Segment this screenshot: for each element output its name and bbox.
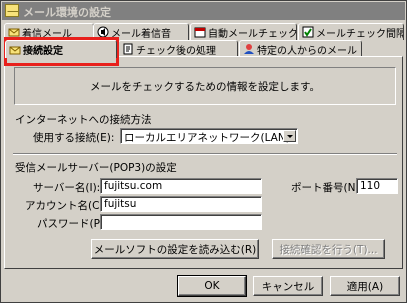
mail-icon (5, 4, 19, 17)
tab-label: 接続設定 (23, 46, 63, 57)
sound-icon (97, 26, 109, 38)
connection-select[interactable]: ローカルエリアネットワーク(LAN) (120, 128, 298, 144)
password-field[interactable] (100, 214, 262, 230)
tab-label: 自動メールチェック (208, 28, 297, 40)
tab-after-check[interactable]: チェック後の処理 (118, 40, 238, 57)
checkmark-icon (302, 26, 314, 38)
import-settings-button[interactable]: メールソフトの設定を読み込む(R) (91, 239, 259, 259)
internet-group-label: インターネットへの接続方法 (15, 114, 152, 126)
window-title: メール環境の設定 (23, 6, 111, 19)
tab-specific-sender[interactable]: 特定の人からのメール (239, 40, 362, 57)
connection-label: 使用する接続(E): (33, 132, 115, 144)
account-label: アカウント名(C): (25, 200, 108, 212)
tab-label: メール着信音 (111, 28, 171, 40)
cancel-button[interactable]: キャンセル (253, 276, 323, 296)
info-message: メールをチェックするための情報を設定します。 (14, 67, 396, 105)
port-field[interactable]: 110 (356, 178, 398, 194)
tab-check-interval[interactable]: メールチェック間隔 (298, 23, 404, 40)
password-label: パスワード(P): (37, 218, 108, 230)
tab-label: 着信メール (22, 28, 72, 40)
person-icon (244, 44, 254, 54)
calendar-icon (194, 27, 206, 38)
tab-label: チェック後の処理 (136, 45, 216, 57)
chevron-down-icon[interactable] (283, 130, 296, 142)
tab-label: 特定の人からのメール (257, 45, 357, 57)
apply-button[interactable]: 適用(A) (330, 276, 400, 296)
tab-auto-check[interactable]: 自動メールチェック (190, 23, 297, 40)
envelope-icon (8, 28, 20, 37)
test-connection-button[interactable]: 接続確認を行う(T)... (272, 239, 385, 259)
tab-panel: メールをチェックするための情報を設定します。 インターネットへの接続方法 使用す… (4, 56, 403, 269)
tab-label: メールチェック間隔 (316, 28, 404, 40)
tab-mail-sound[interactable]: メール着信音 (93, 23, 189, 40)
envelope-icon (9, 46, 21, 54)
settings-dialog: メール環境の設定 着信メール メール着信音 自動メールチェック メールチェック間… (0, 0, 407, 303)
document-icon (123, 43, 133, 55)
divider (13, 153, 397, 155)
connection-value: ローカルエリアネットワーク(LAN) (124, 132, 290, 144)
port-label: ポート番号(N): (291, 182, 364, 194)
tab-connection-settings[interactable]: 接続設定 (5, 40, 117, 58)
account-field[interactable]: fujitsu (100, 196, 262, 212)
server-label: サーバー名(I): (33, 182, 101, 194)
tab-incoming-mail[interactable]: 着信メール (4, 23, 94, 40)
ok-button[interactable]: OK (177, 275, 247, 297)
title-bar[interactable]: メール環境の設定 (2, 2, 405, 20)
server-field[interactable]: fujitsu.com (100, 178, 262, 194)
pop3-group-label: 受信メールサーバー(POP3)の設定 (15, 162, 177, 174)
